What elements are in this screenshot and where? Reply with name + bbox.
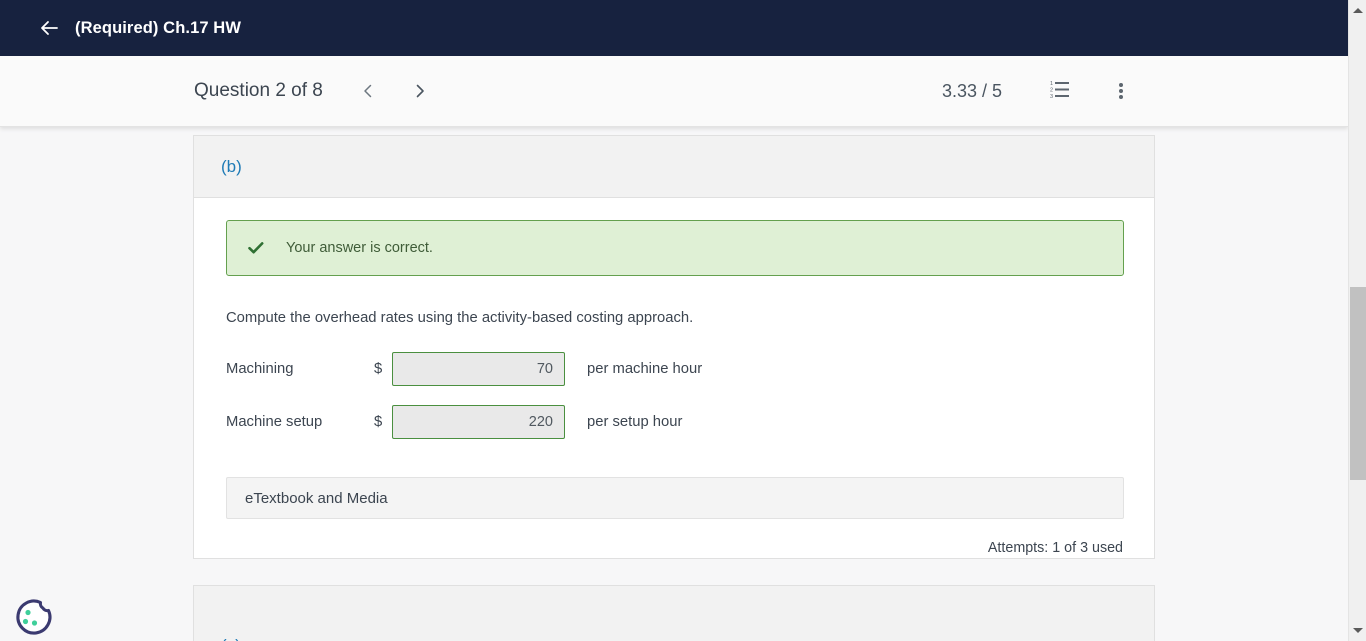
answer-label-machining: Machining — [226, 361, 294, 377]
answer-unit-machine-setup: per setup hour — [587, 414, 683, 430]
answer-row-machining: Machining $ per machine hour — [226, 352, 1124, 386]
currency-symbol-machining: $ — [374, 361, 383, 377]
assignment-title: (Required) Ch.17 HW — [75, 18, 241, 37]
cookie-consent-button[interactable] — [10, 595, 56, 641]
check-icon — [245, 237, 267, 259]
chevron-right-icon — [412, 83, 428, 99]
next-question-button[interactable] — [403, 74, 437, 108]
scroll-up-arrow-icon — [1352, 8, 1363, 13]
back-button[interactable] — [34, 13, 64, 43]
etextbook-and-media-label: eTextbook and Media — [245, 489, 388, 507]
svg-text:3: 3 — [1050, 94, 1053, 99]
correct-answer-message: Your answer is correct. — [286, 240, 433, 256]
svg-text:1: 1 — [1050, 81, 1053, 87]
scroll-down-button[interactable] — [1349, 622, 1366, 639]
scroll-down-arrow-icon — [1352, 628, 1363, 633]
correct-answer-banner: Your answer is correct. — [226, 220, 1124, 276]
machine-setup-rate-input[interactable] — [392, 405, 565, 439]
question-toolbar: Question 2 of 8 3.33 / 5 1 2 3 — [0, 56, 1348, 127]
question-list-button[interactable]: 1 2 3 — [1044, 74, 1078, 108]
cookie-icon — [10, 599, 56, 641]
part-c-header: (c) — [194, 586, 1154, 641]
previous-question-button[interactable] — [351, 74, 385, 108]
numbered-list-icon: 1 2 3 — [1050, 79, 1072, 104]
machining-rate-input[interactable] — [392, 352, 565, 386]
chevron-left-icon — [360, 83, 376, 99]
part-c-label: (c) — [221, 636, 241, 641]
etextbook-and-media-bar[interactable]: eTextbook and Media — [226, 477, 1124, 519]
question-part-c-card: (c) — [193, 585, 1155, 641]
page-scrollbar[interactable] — [1348, 0, 1366, 641]
kebab-menu-icon — [1119, 81, 1123, 101]
answer-label-machine-setup: Machine setup — [226, 414, 323, 430]
part-b-prompt: Compute the overhead rates using the act… — [226, 310, 694, 326]
scroll-up-button[interactable] — [1349, 2, 1366, 19]
question-part-b-card: (b) Your answer is correct. Compute the … — [193, 135, 1155, 559]
question-nav-group: Question 2 of 8 — [194, 74, 437, 108]
question-content-scroll-area[interactable]: (b) Your answer is correct. Compute the … — [0, 127, 1348, 641]
attempts-status: Attempts: 1 of 3 used — [987, 540, 1123, 556]
part-b-label: (b) — [221, 156, 242, 176]
more-options-button[interactable] — [1104, 74, 1138, 108]
scrollbar-thumb[interactable] — [1350, 287, 1366, 480]
part-b-header: (b) — [194, 136, 1154, 198]
question-counter: Question 2 of 8 — [194, 80, 323, 101]
arrow-left-icon — [38, 17, 60, 39]
app-viewport: (Required) Ch.17 HW Question 2 of 8 3.33… — [0, 0, 1366, 641]
svg-text:2: 2 — [1050, 87, 1053, 93]
score-display: 3.33 / 5 — [941, 80, 1002, 101]
answer-unit-machining: per machine hour — [587, 361, 703, 377]
currency-symbol-machine-setup: $ — [374, 414, 383, 430]
question-status-group: 3.33 / 5 1 2 3 — [942, 74, 1138, 108]
part-b-body: Your answer is correct. Compute the over… — [194, 198, 1154, 556]
app-header-bar: (Required) Ch.17 HW — [0, 0, 1348, 56]
answer-row-machine-setup: Machine setup $ per setup hour — [226, 405, 1124, 439]
